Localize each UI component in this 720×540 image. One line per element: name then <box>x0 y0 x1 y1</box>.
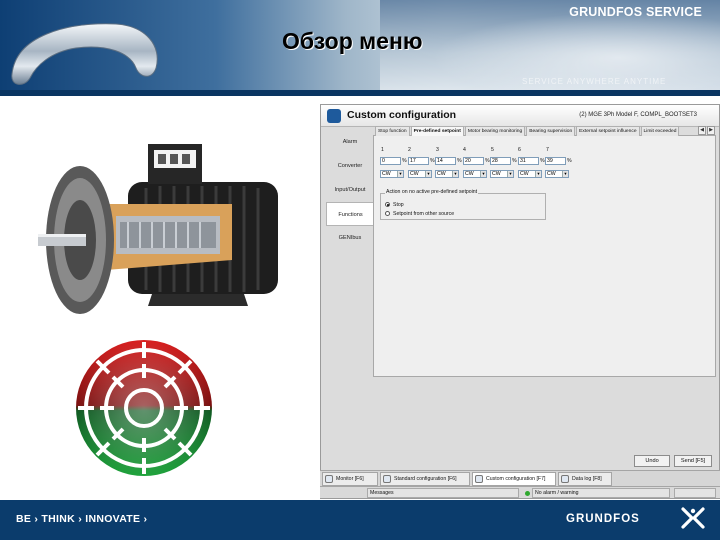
pump-info: (2) MGE 3Ph Model F, COMPL_BOOTSET3 <box>579 112 697 118</box>
setpoint-unit: % <box>567 158 572 164</box>
data-log-icon <box>561 475 569 483</box>
setpoint-unit: % <box>512 158 517 164</box>
undo-button[interactable]: Undo <box>634 455 670 467</box>
setpoint-unit: % <box>540 158 545 164</box>
radio-stop[interactable] <box>385 202 390 207</box>
footer-bar: BE › THINK › INNOVATE › GRUNDFOS <box>0 500 720 540</box>
tab-bearing-supervision[interactable]: Bearing supervision <box>526 126 576 136</box>
tab-monitor-label: Monitor [F6] <box>336 476 364 482</box>
grundfos-logo-text: GRUNDFOS <box>566 513 640 525</box>
setpoint-mode-value: CW <box>410 171 419 177</box>
setpoint-value-input[interactable]: 17 <box>408 157 429 165</box>
header-band <box>0 90 720 96</box>
chevron-down-icon: ▼ <box>535 171 541 177</box>
red-green-gear-logo <box>76 340 212 476</box>
setpoint-mode-value: CW <box>492 171 501 177</box>
tab-scroll-right-button[interactable]: ▶ <box>707 126 715 135</box>
setpoint-index: 2 <box>408 147 411 153</box>
tab-standard-configuration-label: Standard configuration [F6] <box>394 476 457 482</box>
setpoint-index: 5 <box>491 147 494 153</box>
header-watermark: SERVICE ANYWHERE ANYTIME <box>522 77 667 86</box>
chevron-down-icon: ▼ <box>507 171 513 177</box>
setpoint-unit: % <box>402 158 407 164</box>
radio-setpoint-other-source-label: Setpoint from other source <box>393 211 455 217</box>
setpoint-unit: % <box>485 158 490 164</box>
setpoint-mode-select[interactable]: CW ▼ <box>435 170 459 178</box>
window-titlebar: Custom configuration (2) MGE 3Ph Model F… <box>321 105 719 127</box>
tab-external-setpoint-influence[interactable]: External setpoint influence <box>576 126 640 136</box>
setpoint-mode-value: CW <box>465 171 474 177</box>
setpoint-mode-select[interactable]: CW ▼ <box>518 170 542 178</box>
grundfos-x-logo-icon <box>681 507 705 529</box>
slogan: BE › THINK › INNOVATE › <box>16 513 148 525</box>
header-banner: GRUNDFOS SERVICE Обзор меню SERVICE ANYW… <box>0 0 720 96</box>
setpoint-value-input[interactable]: 0 <box>380 157 401 165</box>
sidebar: Alarm Converter Input/Output Functions G… <box>326 130 374 252</box>
chrome-swoosh-graphic <box>11 23 158 85</box>
setpoint-mode-value: CW <box>547 171 556 177</box>
chevron-down-icon: ▼ <box>480 171 486 177</box>
setpoint-index: 6 <box>518 147 521 153</box>
setpoint-value-input[interactable]: 31 <box>518 157 539 165</box>
setpoint-value-input[interactable]: 14 <box>435 157 456 165</box>
chevron-down-icon: ▼ <box>452 171 458 177</box>
setpoint-unit: % <box>457 158 462 164</box>
chevron-down-icon: ▼ <box>562 171 568 177</box>
setpoint-mode-select[interactable]: CW ▼ <box>463 170 487 178</box>
page-title: Обзор меню <box>282 28 423 54</box>
brand-label: GRUNDFOS SERVICE <box>569 5 702 19</box>
setpoint-index: 4 <box>463 147 466 153</box>
tab-monitor[interactable]: Monitor [F6] <box>322 472 378 486</box>
status-bar: Messages No alarm / warning <box>320 486 720 498</box>
connection-status-field <box>674 488 716 498</box>
chevron-down-icon: ▼ <box>425 171 431 177</box>
setpoint-mode-value: CW <box>382 171 391 177</box>
radio-setpoint-other-source[interactable] <box>385 211 390 216</box>
setpoint-value-input[interactable]: 20 <box>463 157 484 165</box>
tab-scroll-left-button[interactable]: ◀ <box>698 126 706 135</box>
radio-stop-label: Stop <box>393 202 404 208</box>
setpoint-mode-select[interactable]: CW ▼ <box>380 170 404 178</box>
config-tabs: Stop function Pre-defined setpoint Motor b… <box>375 126 697 136</box>
setpoint-index: 3 <box>436 147 439 153</box>
sidebar-item-functions[interactable]: Functions <box>326 202 374 226</box>
motor-cutaway-image <box>36 130 312 328</box>
messages-field[interactable]: Messages <box>367 488 519 498</box>
tab-motor-bearing-monitoring[interactable]: Motor bearing monitoring <box>464 126 526 136</box>
action-group-title: Action on no active pre-defined setpoint <box>385 189 479 195</box>
sidebar-item-genibus[interactable]: GENIbus <box>326 226 374 250</box>
setpoint-value-input[interactable]: 39 <box>545 157 566 165</box>
setpoint-mode-value: CW <box>520 171 529 177</box>
setpoint-mode-select[interactable]: CW ▼ <box>490 170 514 178</box>
setpoint-mode-select[interactable]: CW ▼ <box>408 170 432 178</box>
sidebar-item-alarm[interactable]: Alarm <box>326 130 374 154</box>
tab-custom-configuration[interactable]: Custom configuration [F7] <box>472 472 556 486</box>
setpoint-mode-select[interactable]: CW ▼ <box>545 170 569 178</box>
setpoint-index: 7 <box>546 147 549 153</box>
bottom-tab-bar: Monitor [F6] Standard configuration [F6]… <box>320 470 720 486</box>
setpoint-unit: % <box>430 158 435 164</box>
tab-stop-function[interactable]: Stop function <box>375 126 410 136</box>
chevron-down-icon: ▼ <box>397 171 403 177</box>
standard-config-icon <box>383 475 391 483</box>
sidebar-item-input-output[interactable]: Input/Output <box>326 178 374 202</box>
window-title: Custom configuration <box>347 109 457 121</box>
monitor-icon <box>325 475 333 483</box>
setpoint-index: 1 <box>381 147 384 153</box>
setpoint-mode-value: CW <box>437 171 446 177</box>
tab-data-log[interactable]: Data log [F8] <box>558 472 612 486</box>
tab-limit-exceeded[interactable]: Limit exceeded <box>640 126 680 136</box>
tab-data-log-label: Data log [F8] <box>572 476 602 482</box>
sidebar-item-converter[interactable]: Converter <box>326 154 374 178</box>
status-ok-icon <box>525 491 530 496</box>
alarm-status-field: No alarm / warning <box>532 488 670 498</box>
tab-pre-defined-setpoint[interactable]: Pre-defined setpoint <box>410 126 464 136</box>
setpoint-value-input[interactable]: 28 <box>490 157 511 165</box>
tab-custom-configuration-label: Custom configuration [F7] <box>486 476 546 482</box>
custom-config-icon <box>475 475 483 483</box>
send-button[interactable]: Send [F5] <box>674 455 712 467</box>
tab-standard-configuration[interactable]: Standard configuration [F6] <box>380 472 470 486</box>
app-icon <box>327 109 341 123</box>
